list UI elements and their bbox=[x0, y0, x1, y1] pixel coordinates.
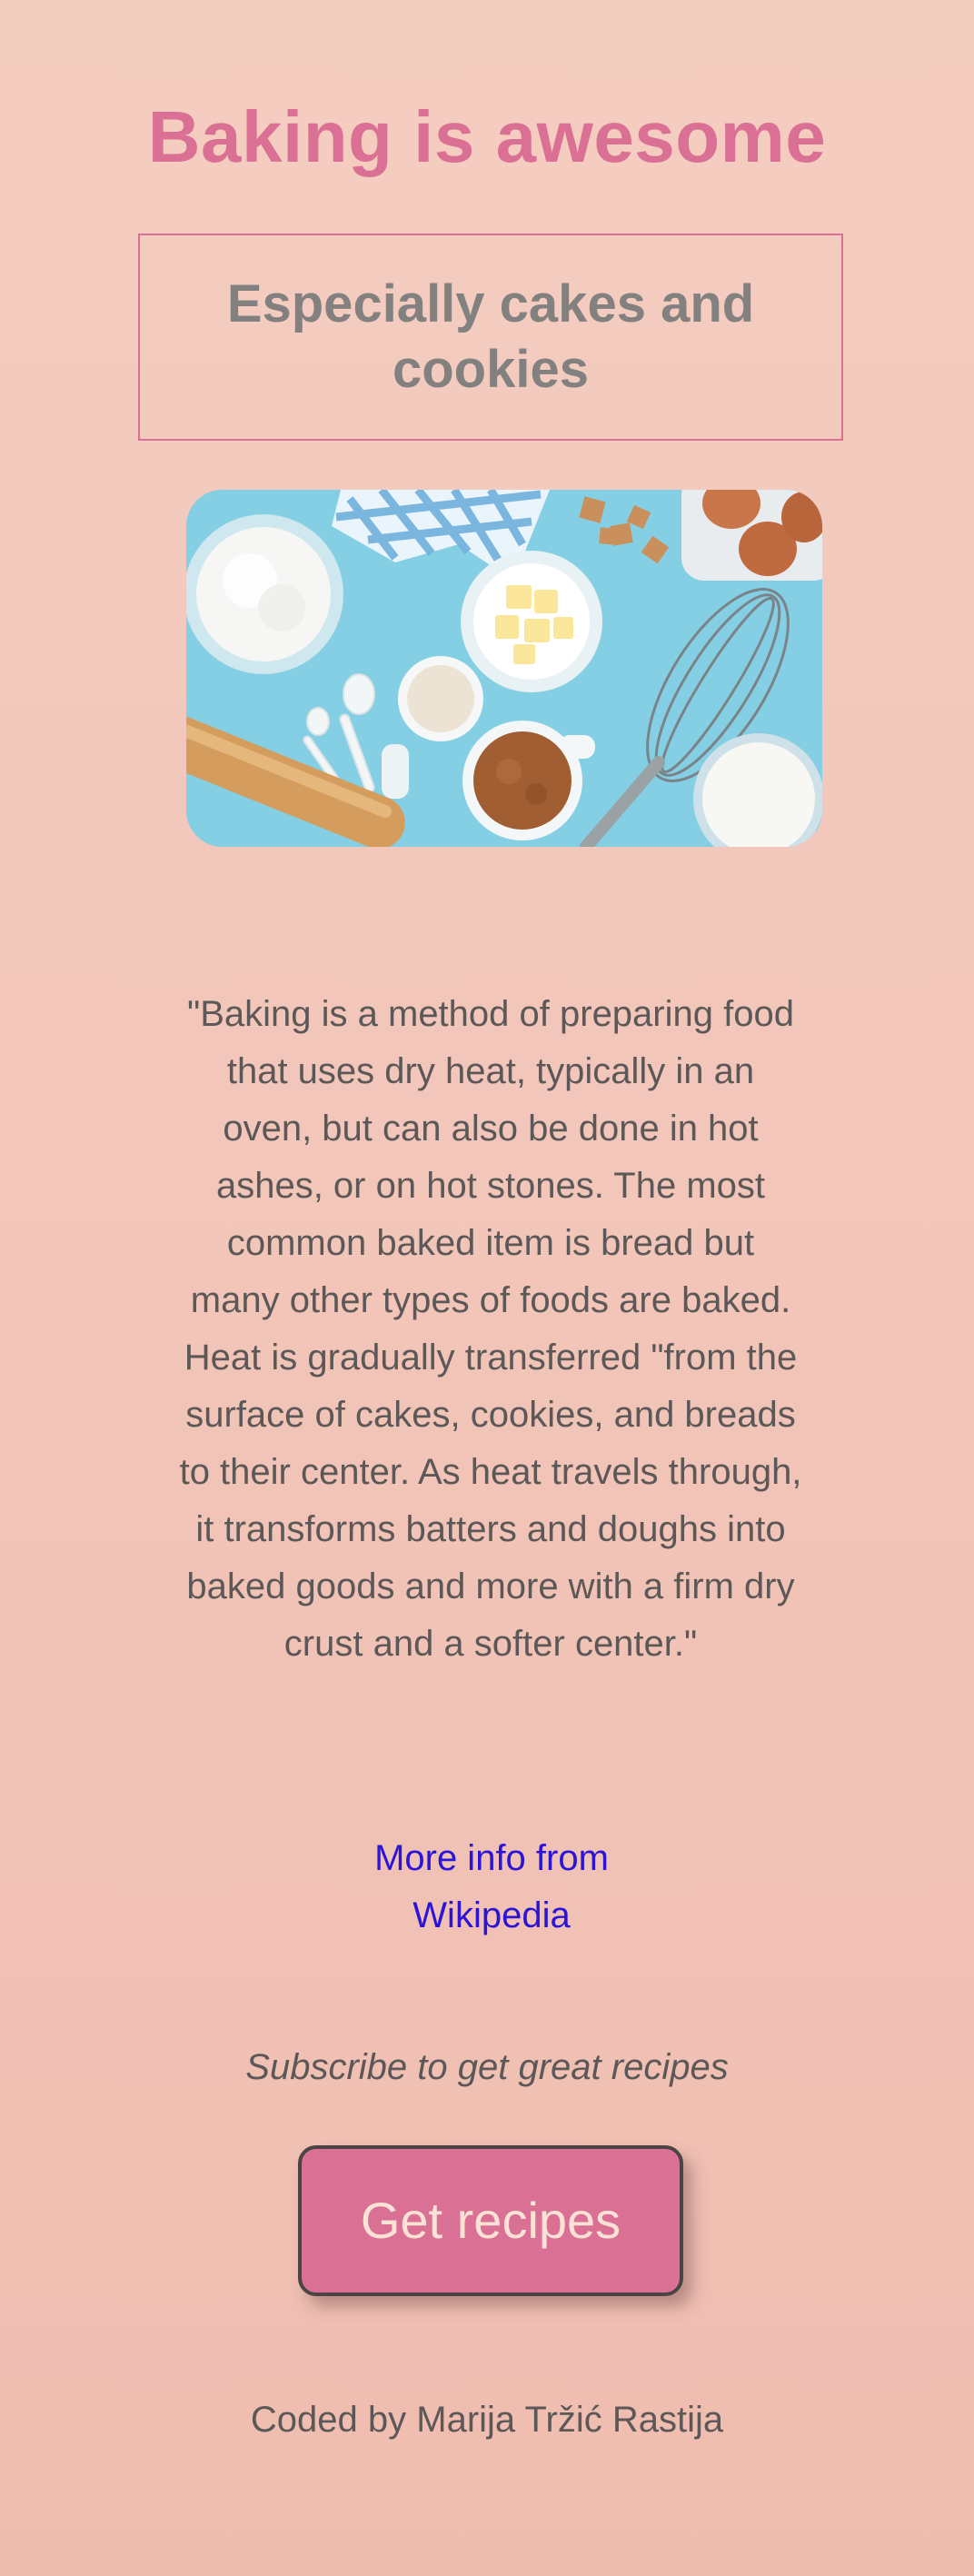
baking-ingredients-illustration bbox=[186, 490, 822, 847]
subtitle-box: Especially cakes and cookies bbox=[138, 234, 843, 441]
page: Baking is awesome Especially cakes and c… bbox=[0, 0, 974, 2576]
get-recipes-button[interactable]: Get recipes bbox=[298, 2145, 683, 2296]
subscribe-prompt: Subscribe to get great recipes bbox=[245, 2047, 729, 2087]
eggs-in-carton bbox=[681, 490, 822, 581]
wikipedia-link[interactable]: More info from Wikipedia bbox=[305, 1830, 678, 1944]
bowl-of-flour bbox=[186, 514, 343, 674]
bowl-of-butter bbox=[461, 551, 602, 692]
footer-credit: Coded by Marija Tržić Rastija bbox=[250, 2400, 724, 2440]
page-subtitle: Especially cakes and cookies bbox=[226, 274, 755, 399]
page-title: Baking is awesome bbox=[147, 96, 827, 177]
baking-quote: "Baking is a method of preparing food th… bbox=[179, 994, 802, 1664]
hero-image bbox=[186, 490, 822, 847]
